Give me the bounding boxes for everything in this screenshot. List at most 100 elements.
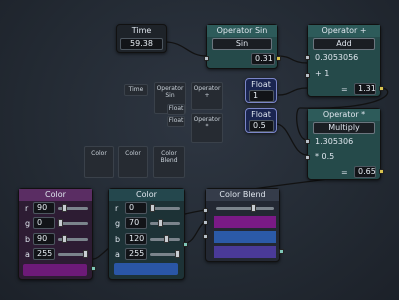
float-value[interactable]: 1 — [249, 90, 274, 102]
input-pin[interactable] — [204, 56, 209, 61]
input-pin-a[interactable] — [305, 55, 310, 60]
color-blend-node[interactable]: Color Blend — [203, 188, 284, 262]
slider-knob[interactable] — [175, 250, 180, 258]
time-node[interactable]: Time 59.38 — [116, 24, 167, 53]
palette-time-label: Time — [128, 86, 144, 93]
palette-color-a[interactable]: Color — [84, 146, 114, 178]
a-field[interactable]: 255 — [33, 248, 55, 260]
operand-a: 0.3053056 — [315, 53, 359, 62]
palette-float-b[interactable]: Float — [167, 116, 185, 127]
palette-label: + — [204, 92, 210, 99]
a-field[interactable]: 255 — [125, 248, 147, 260]
node-title: Float — [251, 80, 271, 89]
node-title: Time — [131, 26, 152, 35]
palette-label: Float — [168, 117, 184, 124]
output-pin[interactable] — [379, 86, 384, 91]
palette-label: Blend — [160, 157, 178, 164]
g-label: g — [25, 219, 31, 228]
palette-label: Float — [168, 105, 184, 112]
palette-label: Sin — [165, 92, 175, 99]
operator-add-node[interactable]: Operator + Add 0.3053056 + 1 = 1.31 — [305, 24, 384, 97]
equals-sign: = — [341, 85, 348, 94]
g-slider[interactable] — [150, 222, 180, 225]
float-node-1[interactable]: Float 1 — [245, 78, 277, 103]
r-label: r — [115, 204, 119, 213]
palette-label: Operator — [156, 85, 184, 92]
palette-label: Color — [125, 150, 141, 157]
slider-knob[interactable] — [164, 235, 169, 243]
b-field[interactable]: 90 — [33, 233, 55, 245]
palette-label: * — [205, 123, 209, 130]
node-title: Float — [251, 110, 271, 119]
node-title: Operator + — [308, 25, 380, 37]
output-pin[interactable] — [276, 56, 281, 61]
input-pin-b[interactable] — [305, 155, 310, 160]
g-field[interactable]: 0 — [33, 217, 55, 229]
operator-sin-node[interactable]: Operator Sin Sin 0.31 — [204, 24, 281, 69]
a-label: a — [25, 250, 30, 259]
slider-knob[interactable] — [150, 204, 155, 212]
node-title: Operator Sin — [207, 25, 277, 37]
slider-knob[interactable] — [62, 204, 67, 212]
input-pin-b[interactable] — [305, 73, 310, 78]
r-field[interactable]: 90 — [33, 202, 55, 214]
color-node-1[interactable]: Color r 90 g 0 b 90 a 255 — [18, 188, 96, 280]
color-swatch — [114, 263, 178, 275]
output-pin[interactable] — [183, 242, 188, 247]
input-pin-color-b[interactable] — [203, 234, 208, 239]
operation-select[interactable]: Add — [313, 38, 375, 50]
operand-b: * 0.5 — [315, 152, 335, 161]
operand-b: + 1 — [315, 69, 330, 78]
r-field[interactable]: 0 — [125, 202, 147, 214]
slider-knob[interactable] — [83, 250, 88, 258]
palette-label: Operator — [193, 116, 221, 123]
operator-multiply-node[interactable]: Operator * Multiply 1.305306 * 0.5 = 0.6… — [305, 108, 384, 180]
color-node-2[interactable]: Color r 0 g 70 b 120 a 255 — [108, 188, 188, 280]
blend-slider[interactable] — [216, 207, 274, 210]
g-field[interactable]: 70 — [125, 217, 147, 229]
slider-knob[interactable] — [58, 219, 63, 227]
palette-time[interactable]: Time — [124, 84, 148, 96]
palette-float-a[interactable]: Float — [167, 104, 185, 115]
output-pin[interactable] — [91, 266, 96, 271]
b-label: b — [115, 235, 121, 244]
blend-swatch-2 — [214, 231, 276, 243]
palette-label: Color — [161, 150, 177, 157]
node-title: Color — [109, 189, 184, 201]
equals-sign: = — [341, 168, 348, 177]
operation-select[interactable]: Sin — [212, 38, 272, 50]
time-value: 59.38 — [120, 38, 163, 50]
node-title: Operator * — [308, 109, 380, 121]
slider-knob[interactable] — [62, 235, 67, 243]
palette-operator-multiply[interactable]: Operator * — [191, 113, 223, 143]
g-label: g — [115, 219, 121, 228]
palette-label: Color — [91, 150, 107, 157]
multiply-result: 0.65 — [354, 166, 376, 178]
palette-color-blend[interactable]: Color Blend — [153, 146, 185, 178]
slider-knob[interactable] — [251, 204, 256, 212]
output-pin[interactable] — [379, 169, 384, 174]
input-pin-color-a[interactable] — [203, 220, 208, 225]
output-pin[interactable] — [279, 249, 284, 254]
add-result: 1.31 — [354, 83, 376, 95]
operation-select[interactable]: Multiply — [313, 122, 375, 134]
input-pin-a[interactable] — [305, 139, 310, 144]
blend-swatch-1 — [214, 216, 276, 228]
node-title: Color Blend — [206, 189, 279, 201]
slider-knob[interactable] — [158, 219, 163, 227]
a-label: a — [115, 250, 120, 259]
blend-swatch-3 — [214, 246, 276, 258]
color-swatch — [23, 264, 87, 276]
sin-result: 0.31 — [251, 53, 275, 65]
operand-a: 1.305306 — [315, 137, 354, 146]
float-value[interactable]: 0.5 — [249, 120, 274, 132]
b-field[interactable]: 120 — [125, 233, 147, 245]
node-title: Color — [19, 189, 92, 201]
b-label: b — [25, 235, 31, 244]
r-label: r — [25, 204, 29, 213]
palette-label: Operator — [193, 85, 221, 92]
palette-color-b[interactable]: Color — [118, 146, 148, 178]
input-pin-blend[interactable] — [203, 208, 208, 213]
float-node-2[interactable]: Float 0.5 — [245, 108, 277, 133]
palette-operator-plus[interactable]: Operator + — [191, 82, 223, 110]
